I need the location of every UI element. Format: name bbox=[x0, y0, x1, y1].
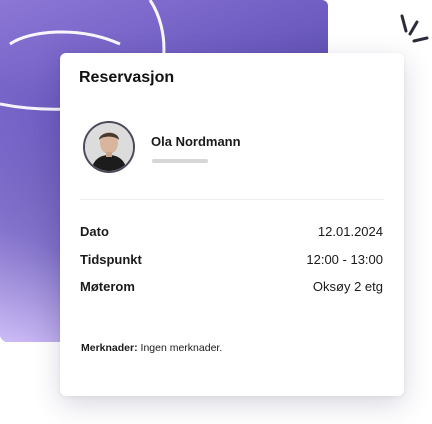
notes: Merknader: Ingen merknader. bbox=[81, 342, 222, 354]
card-title: Reservasjon bbox=[79, 69, 175, 86]
detail-value: Oksøy 2 etg bbox=[312, 279, 383, 294]
detail-label: Møterom bbox=[80, 279, 135, 294]
detail-label: Dato bbox=[80, 224, 109, 239]
divider bbox=[80, 199, 384, 200]
notes-value: Ingen merknader. bbox=[140, 342, 223, 354]
person-avatar bbox=[83, 121, 135, 173]
user-name: Ola Nordmann bbox=[151, 134, 241, 149]
detail-value: 12:00 - 13:00 bbox=[306, 252, 383, 267]
notes-label: Merknader: bbox=[81, 342, 141, 354]
reservation-illustration: Reservasjon Ola Nordmann Dato 12.01.2024… bbox=[0, 0, 432, 424]
avatar-photo bbox=[85, 123, 133, 171]
user-subtitle-placeholder bbox=[152, 159, 208, 163]
sparkle-lines-icon bbox=[400, 14, 429, 43]
detail-label: Tidspunkt bbox=[80, 252, 142, 267]
reservation-card: Reservasjon Ola Nordmann Dato 12.01.2024… bbox=[60, 53, 404, 396]
detail-value: 12.01.2024 bbox=[317, 224, 383, 239]
